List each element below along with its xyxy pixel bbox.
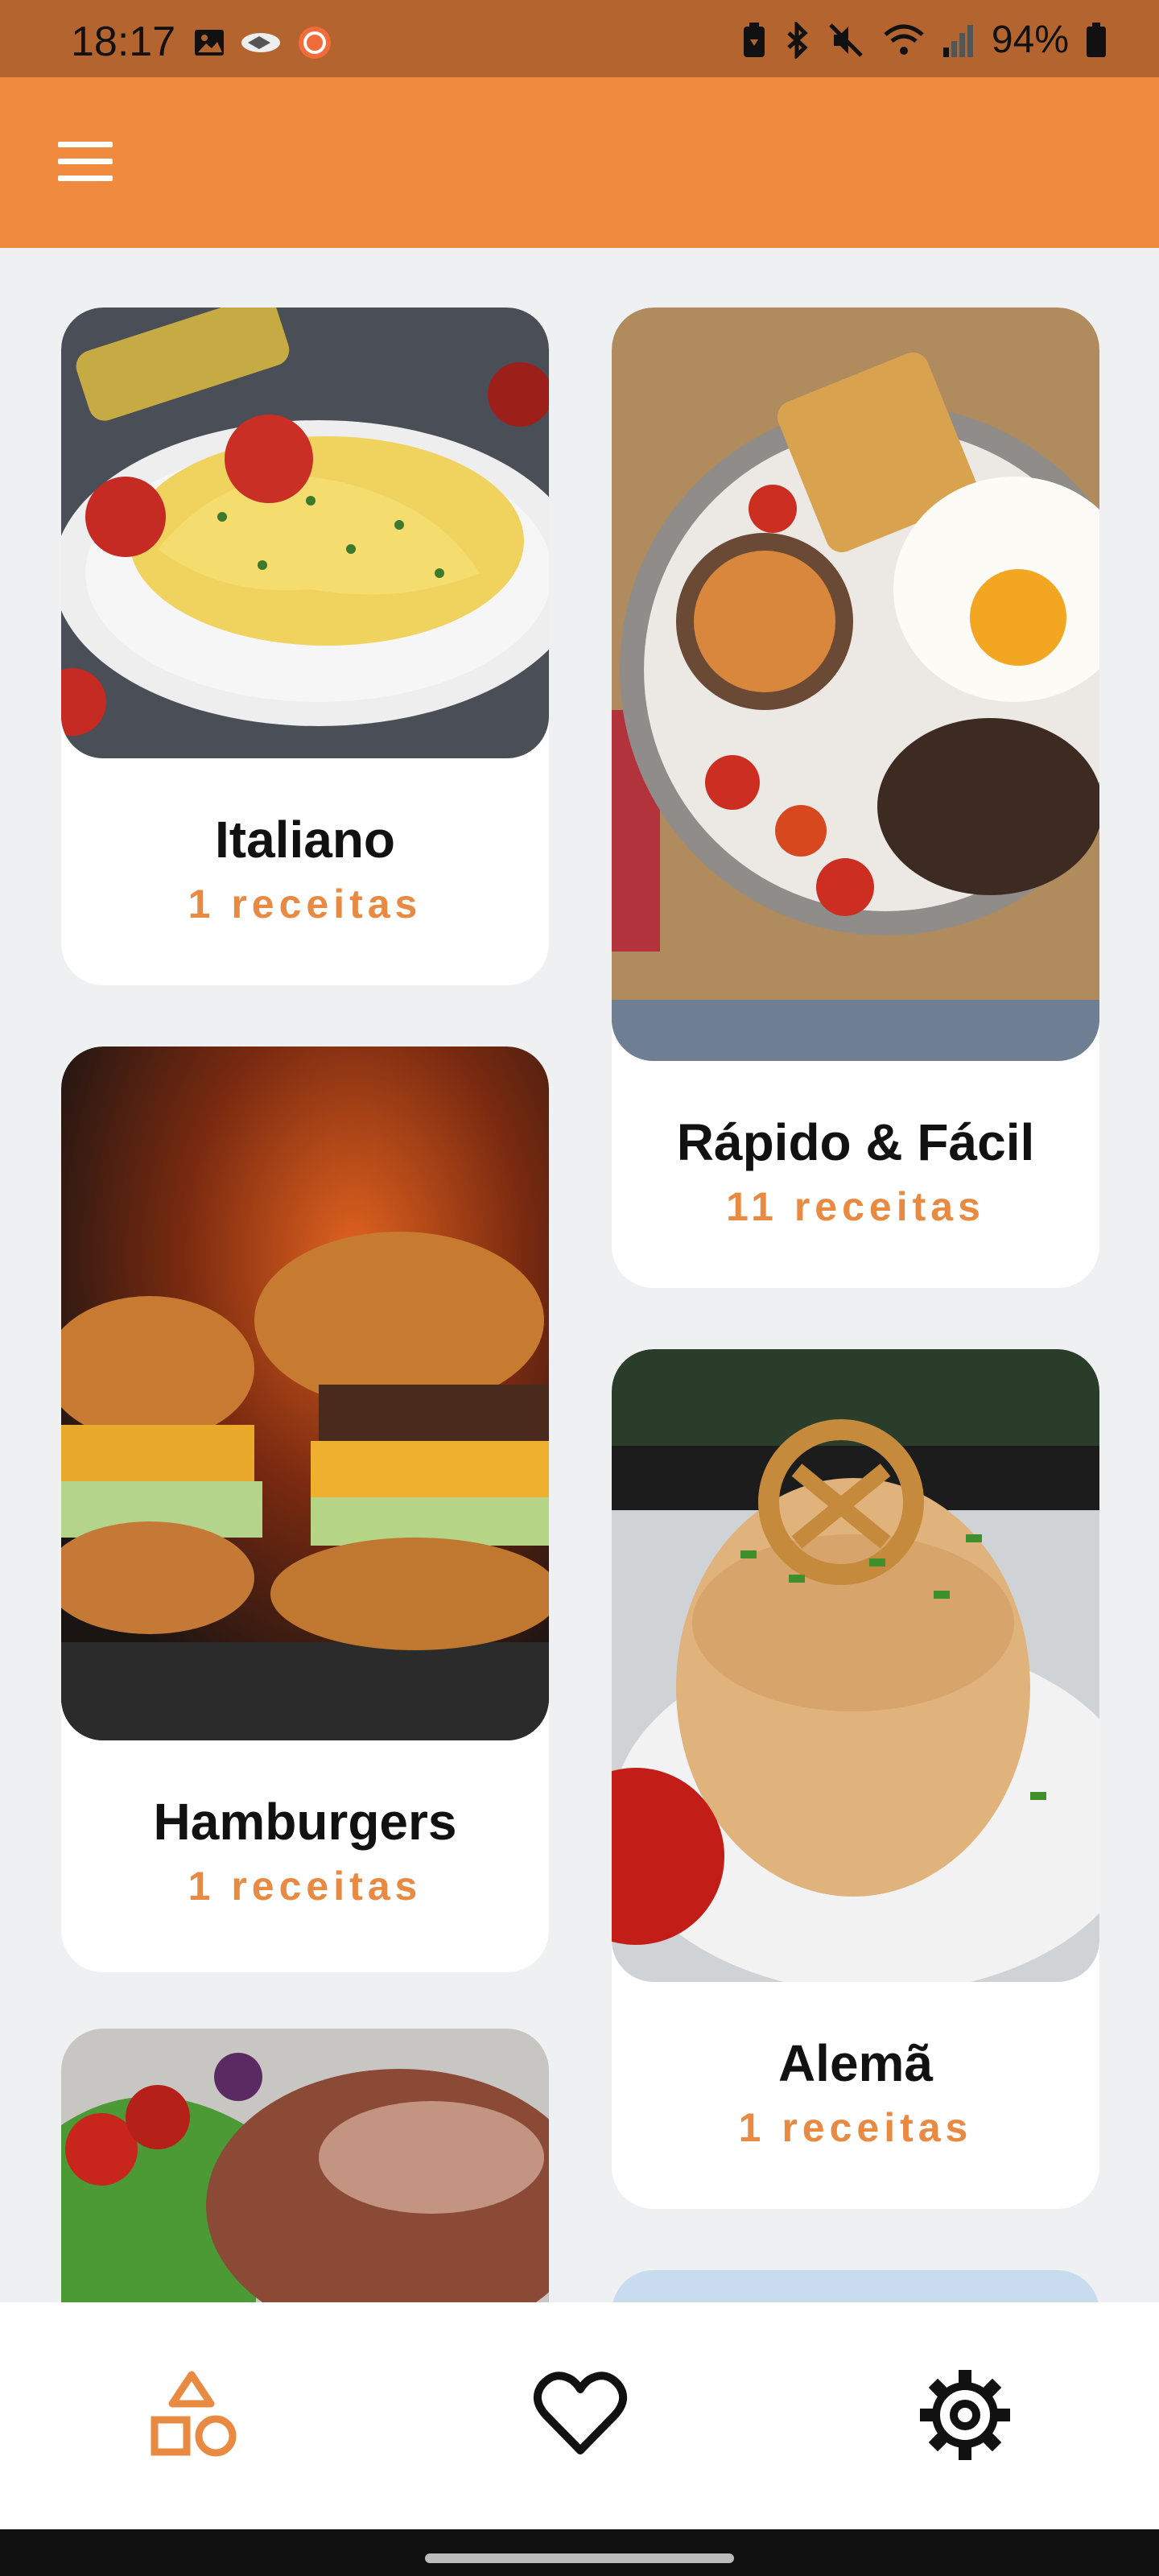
hamburger-menu-icon [58,142,113,147]
category-image [61,308,549,758]
menu-button[interactable] [58,142,113,184]
category-card-partial-left[interactable] [61,2029,549,2302]
category-title: Hamburgers [153,1793,457,1851]
wifi-icon [884,24,924,55]
steak-image [61,2029,549,2302]
category-card-alema[interactable]: Alemã 1 receitas [612,1349,1099,2209]
breakfast-image [612,308,1099,1061]
gesture-bar [0,2529,1159,2576]
sky-image [612,2270,1099,2302]
battery-icon [1087,22,1106,57]
heart-icon[interactable] [528,2367,633,2463]
status-time: 18:17 [71,19,176,65]
category-card-hamburgers[interactable]: Hamburgers 1 receitas [61,1046,549,1972]
battery-saver-icon [743,22,765,57]
category-count: 1 receitas [188,1864,423,1909]
category-card-partial-right[interactable] [612,2270,1099,2302]
signal-icon [942,24,973,57]
status-bar: 18:17 94% [0,0,1159,77]
image-icon [195,30,224,56]
handshake-icon [241,33,280,52]
category-count: 1 receitas [188,881,423,927]
german-dish-image [612,1349,1099,1982]
category-title: Rápido & Fácil [676,1113,1035,1171]
category-image [61,1046,549,1740]
category-count: 1 receitas [738,2105,973,2150]
category-grid: Italiano 1 receitas Rápido & Fácil 11 re… [0,248,1159,2302]
category-image [612,308,1099,1061]
categories-shapes-icon[interactable] [142,2367,246,2463]
recorder-icon [299,27,331,59]
battery-percent: 94% [991,19,1069,61]
category-title: Alemã [777,2034,934,2092]
app-bar [0,77,1159,248]
status-left-icons [193,24,333,61]
gesture-handle[interactable] [425,2553,734,2563]
category-card-rapido-facil[interactable]: Rápido & Fácil 11 receitas [612,308,1099,1288]
category-count: 11 receitas [726,1184,985,1229]
mute-icon [829,23,863,57]
pasta-image [61,308,549,758]
status-right: 94% [740,18,1107,62]
category-title: Italiano [214,811,396,869]
bluetooth-icon [787,21,808,59]
category-image [612,1349,1099,1982]
burger-image [61,1046,549,1740]
gear-icon[interactable] [913,2367,1017,2463]
category-card-italiano[interactable]: Italiano 1 receitas [61,308,549,985]
